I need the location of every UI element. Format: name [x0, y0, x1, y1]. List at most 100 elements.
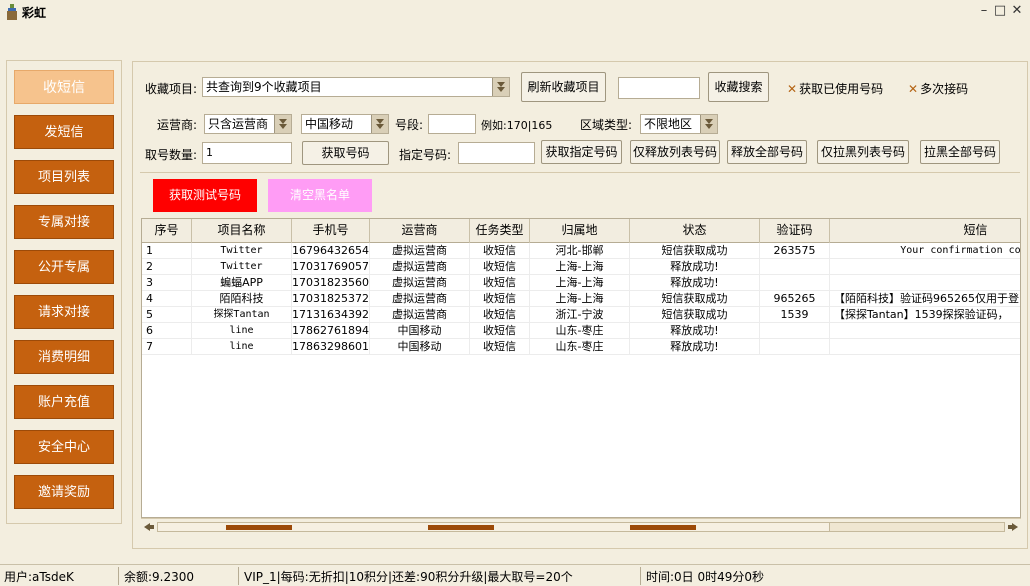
get-test-number-button[interactable]: 获取测试号码 [153, 179, 257, 212]
minimize-icon[interactable]: – [976, 3, 992, 18]
segment-example: 例如:170|165 [481, 119, 553, 132]
blacklist-all-button[interactable]: 拉黑全部号码 [920, 140, 1000, 164]
cell-project: 探探Tantan [192, 307, 292, 323]
arrow-left-icon[interactable] [143, 522, 155, 532]
cell-status: 短信获取成功 [630, 291, 760, 307]
action-toolbar: 获取测试号码 清空黑名单 [140, 172, 1020, 216]
assign-number-label: 指定号码: [399, 148, 452, 162]
column-header[interactable]: 验证码 [760, 219, 830, 243]
cell-project: 蝙蝠APP [192, 275, 292, 291]
sidebar-item-project-list[interactable]: 项目列表 [14, 160, 114, 194]
cell-sms: 【探探Tantan】1539探探验证码， [830, 307, 1020, 323]
sidebar-item-recharge[interactable]: 账户充值 [14, 385, 114, 419]
scrollbar-track[interactable] [157, 522, 1005, 532]
sidebar-item-public-exclusive[interactable]: 公开专属 [14, 250, 114, 284]
sidebar-item-security-center[interactable]: 安全中心 [14, 430, 114, 464]
sidebar-item-exclusive-docking[interactable]: 专属对接 [14, 205, 114, 239]
cell-index: 5 [142, 307, 192, 323]
cell-project: line [192, 323, 292, 339]
assign-number-input[interactable] [458, 142, 535, 164]
table-row[interactable]: 3 蝙蝠APP 17031823560 虚拟运营商 收短信 上海-上海 释放成功… [142, 275, 1020, 291]
cell-index: 1 [142, 243, 192, 259]
cell-project: line [192, 339, 292, 355]
sidebar-item-receive-sms[interactable]: 收短信 [14, 70, 114, 104]
column-header[interactable]: 项目名称 [192, 219, 292, 243]
scrollbar-thumb[interactable] [158, 523, 830, 531]
segment-label: 号段: [395, 118, 424, 132]
table-row[interactable]: 5 探探Tantan 17131634392 虚拟运营商 收短信 浙江-宁波 短… [142, 307, 1020, 323]
column-header[interactable]: 运营商 [370, 219, 470, 243]
column-header[interactable]: 手机号 [292, 219, 370, 243]
sidebar-item-consumption-details[interactable]: 消费明细 [14, 340, 114, 374]
chevron-down-icon[interactable] [371, 115, 388, 133]
cell-index: 6 [142, 323, 192, 339]
arrow-right-icon[interactable] [1007, 522, 1019, 532]
carrier-select[interactable]: 中国移动 [301, 114, 389, 134]
status-divider [118, 567, 119, 585]
cell-project: Twitter [192, 259, 292, 275]
status-balance: 余额:9.2300 [124, 570, 195, 584]
horizontal-scrollbar[interactable] [141, 518, 1021, 534]
table-row[interactable]: 7 line 17863298601 中国移动 收短信 山东-枣庄 释放成功! [142, 339, 1020, 355]
collect-search-button[interactable]: 收藏搜索 [708, 72, 769, 102]
cell-operator: 虚拟运营商 [370, 307, 470, 323]
quantity-input[interactable]: 1 [202, 142, 292, 164]
cell-operator: 虚拟运营商 [370, 243, 470, 259]
status-divider [640, 567, 641, 585]
cell-location: 浙江-宁波 [530, 307, 630, 323]
used-number-label: 获取已使用号码 [799, 82, 884, 96]
collect-project-select[interactable]: 共查询到9个收藏项目 [202, 77, 510, 97]
refresh-collect-button[interactable]: 刷新收藏项目 [521, 72, 606, 102]
column-header[interactable]: 状态 [630, 219, 760, 243]
close-icon[interactable]: ✕ [1009, 3, 1025, 18]
cell-phone: 17862761894 [292, 323, 370, 339]
column-header[interactable]: 短信 [830, 219, 1020, 243]
sidebar-item-send-sms[interactable]: 发短信 [14, 115, 114, 149]
cell-status: 释放成功! [630, 275, 760, 291]
operator-select[interactable]: 只含运营商 [204, 114, 292, 134]
sidebar-item-request-docking[interactable]: 请求对接 [14, 295, 114, 329]
table-row[interactable]: 6 line 17862761894 中国移动 收短信 山东-枣庄 释放成功! [142, 323, 1020, 339]
table-row[interactable]: 1 Twitter 16796432654 虚拟运营商 收短信 河北-邯郸 短信… [142, 243, 1020, 259]
cell-sms [830, 259, 1020, 275]
cell-code: 1539 [760, 307, 830, 323]
cell-phone: 17863298601 [292, 339, 370, 355]
chevron-down-icon[interactable] [700, 115, 717, 133]
collect-search-input[interactable] [618, 77, 700, 99]
x-mark-icon: ✕ [908, 82, 919, 96]
clear-blacklist-button[interactable]: 清空黑名单 [268, 179, 372, 212]
chevron-down-icon[interactable] [274, 115, 291, 133]
cell-project: 陌陌科技 [192, 291, 292, 307]
region-select[interactable]: 不限地区 [640, 114, 718, 134]
release-all-button[interactable]: 释放全部号码 [727, 140, 807, 164]
cell-phone: 16796432654 [292, 243, 370, 259]
cell-code [760, 275, 830, 291]
region-value: 不限地区 [644, 117, 693, 131]
cell-location: 上海-上海 [530, 275, 630, 291]
column-header[interactable]: 归属地 [530, 219, 630, 243]
cell-phone: 17031823560 [292, 275, 370, 291]
collect-label: 收藏项目: [145, 82, 198, 96]
segment-input[interactable] [428, 114, 476, 134]
release-list-button[interactable]: 仅释放列表号码 [630, 140, 720, 164]
multi-receive-checkbox[interactable]: ✕ 多次接码 [908, 80, 968, 97]
blacklist-list-button[interactable]: 仅拉黑列表号码 [817, 140, 909, 164]
cell-status: 释放成功! [630, 339, 760, 355]
cell-phone: 17131634392 [292, 307, 370, 323]
sidebar-item-invite-rewards[interactable]: 邀请奖励 [14, 475, 114, 509]
maximize-icon[interactable]: □ [992, 3, 1008, 18]
column-header[interactable]: 序号 [142, 219, 192, 243]
region-label: 区域类型: [580, 118, 633, 132]
chevron-down-icon[interactable] [492, 78, 509, 96]
used-number-checkbox[interactable]: ✕ 获取已使用号码 [787, 80, 883, 97]
grip-icon [630, 525, 696, 530]
cell-code [760, 339, 830, 355]
table-row[interactable]: 2 Twitter 17031769057 虚拟运营商 收短信 上海-上海 释放… [142, 259, 1020, 275]
table-row[interactable]: 4 陌陌科技 17031825372 虚拟运营商 收短信 上海-上海 短信获取成… [142, 291, 1020, 307]
get-assigned-number-button[interactable]: 获取指定号码 [541, 140, 622, 164]
sidebar: 收短信 发短信 项目列表 专属对接 公开专属 请求对接 消费明细 账户充值 安全… [6, 60, 122, 524]
column-header[interactable]: 任务类型 [470, 219, 530, 243]
get-number-button[interactable]: 获取号码 [302, 141, 389, 165]
cell-task-type: 收短信 [470, 275, 530, 291]
cell-index: 2 [142, 259, 192, 275]
